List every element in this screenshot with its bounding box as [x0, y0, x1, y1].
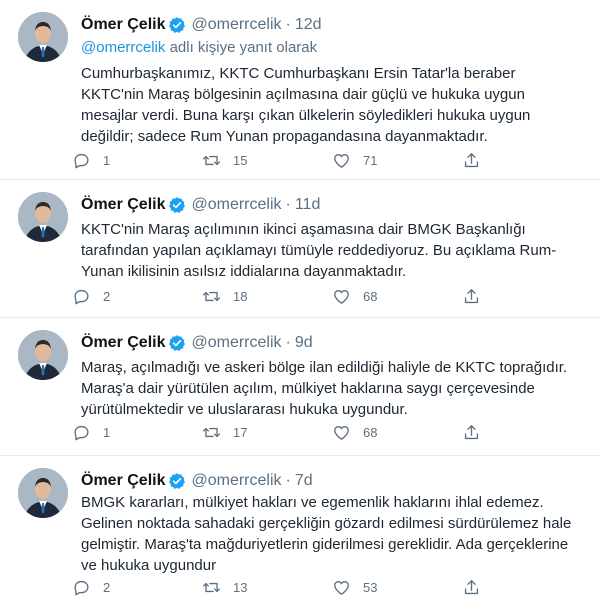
author-handle[interactable]: @omerrcelik	[191, 334, 281, 352]
separator-dot: ·	[285, 334, 291, 351]
verified-badge-icon	[169, 473, 186, 489]
reply-icon	[74, 153, 89, 168]
share-button[interactable]	[462, 423, 516, 442]
tweet-feed: Ömer Çelik @omerrcelik · 12d @omerrcelik…	[0, 0, 600, 611]
tweet-actions: 2 13 53	[72, 573, 516, 601]
heart-icon	[334, 580, 349, 595]
separator-dot: ·	[285, 472, 291, 489]
share-button[interactable]	[462, 287, 516, 306]
author-handle[interactable]: @omerrcelik	[191, 196, 281, 214]
tweet-text: BMGK kararları, mülkiyet hakları ve egem…	[81, 494, 572, 574]
reply-count: 2	[103, 288, 111, 304]
share-icon	[464, 152, 479, 167]
tweet-actions: 2 18 68	[72, 282, 516, 310]
reply-count: 2	[103, 579, 111, 595]
like-button[interactable]: 71	[332, 151, 462, 170]
retweet-button[interactable]: 15	[202, 151, 332, 170]
tweet-timestamp[interactable]: 9d	[295, 334, 313, 352]
reply-button[interactable]: 1	[72, 151, 202, 170]
tweet-text: KKTC'nin Maraş açılımının ikinci aşaması…	[81, 221, 557, 280]
heart-icon	[334, 289, 349, 304]
reply-button[interactable]: 2	[72, 287, 202, 306]
reply-button[interactable]: 1	[72, 423, 202, 442]
reply-count: 1	[103, 152, 111, 168]
like-button[interactable]: 53	[332, 578, 462, 597]
like-count: 71	[363, 152, 378, 168]
author-name[interactable]: Ömer Çelik	[81, 472, 165, 490]
retweet-icon	[202, 291, 221, 301]
retweet-icon	[202, 582, 221, 592]
like-button[interactable]: 68	[332, 423, 462, 442]
verified-badge-icon	[169, 197, 186, 213]
verified-badge-icon	[169, 335, 186, 351]
tweet-timestamp[interactable]: 11d	[295, 196, 321, 214]
tweet-header: Ömer Çelik @omerrcelik · 9d	[81, 332, 313, 354]
tweet-item[interactable]: Ömer Çelik @omerrcelik · 11d KKTC'nin Ma…	[0, 180, 600, 318]
tweet-header: Ömer Çelik @omerrcelik · 7d	[81, 470, 313, 492]
like-button[interactable]: 68	[332, 287, 462, 306]
like-count: 68	[363, 288, 378, 304]
tweet-item[interactable]: Ömer Çelik @omerrcelik · 9d Maraş, açılm…	[0, 318, 600, 456]
retweet-button[interactable]: 13	[202, 578, 332, 597]
author-name[interactable]: Ömer Çelik	[81, 196, 165, 214]
avatar[interactable]	[18, 468, 68, 518]
avatar[interactable]	[18, 192, 68, 242]
reply-mention-link[interactable]: @omerrcelik	[81, 39, 165, 56]
author-name[interactable]: Ömer Çelik	[81, 16, 165, 34]
retweet-count: 13	[233, 579, 248, 595]
avatar[interactable]	[18, 12, 68, 62]
share-button[interactable]	[462, 151, 516, 170]
retweet-icon	[202, 427, 221, 437]
retweet-button[interactable]: 18	[202, 287, 332, 306]
reply-context: @omerrcelik adlı kişiye yanıt olarak	[81, 39, 317, 56]
retweet-count: 18	[233, 288, 248, 304]
like-count: 53	[363, 579, 378, 595]
tweet-item[interactable]: Ömer Çelik @omerrcelik · 7d BMGK kararla…	[0, 456, 600, 611]
reply-button[interactable]: 2	[72, 578, 202, 597]
retweet-count: 17	[233, 424, 248, 440]
reply-context-suffix: adlı kişiye yanıt olarak	[165, 39, 318, 56]
heart-icon	[334, 153, 349, 168]
author-name[interactable]: Ömer Çelik	[81, 334, 165, 352]
tweet-timestamp[interactable]: 12d	[295, 16, 322, 34]
share-icon	[464, 288, 479, 303]
tweet-timestamp[interactable]: 7d	[295, 472, 313, 490]
separator-dot: ·	[285, 196, 291, 213]
avatar[interactable]	[18, 330, 68, 380]
tweet-header: Ömer Çelik @omerrcelik · 12d	[81, 14, 322, 36]
like-count: 68	[363, 424, 378, 440]
share-icon	[464, 424, 479, 439]
reply-count: 1	[103, 424, 111, 440]
reply-icon	[74, 580, 89, 595]
heart-icon	[334, 425, 349, 440]
share-button[interactable]	[462, 578, 516, 597]
tweet-actions: 1 15 71	[72, 146, 516, 174]
author-handle[interactable]: @omerrcelik	[191, 16, 281, 34]
tweet-actions: 1 17 68	[72, 418, 516, 446]
tweet-item[interactable]: Ömer Çelik @omerrcelik · 12d @omerrcelik…	[0, 0, 600, 180]
tweet-text: Cumhurbaşkanımız, KKTC Cumhurbaşkanı Ers…	[81, 65, 531, 145]
retweet-count: 15	[233, 152, 248, 168]
tweet-text: Maraş, açılmadığı ve askeri bölge ilan e…	[81, 359, 568, 418]
retweet-button[interactable]: 17	[202, 423, 332, 442]
reply-icon	[74, 289, 89, 304]
separator-dot: ·	[285, 16, 291, 33]
verified-badge-icon	[169, 17, 186, 33]
share-icon	[464, 579, 479, 594]
reply-icon	[74, 425, 89, 440]
retweet-icon	[202, 155, 221, 165]
author-handle[interactable]: @omerrcelik	[191, 472, 281, 490]
tweet-header: Ömer Çelik @omerrcelik · 11d	[81, 194, 320, 216]
